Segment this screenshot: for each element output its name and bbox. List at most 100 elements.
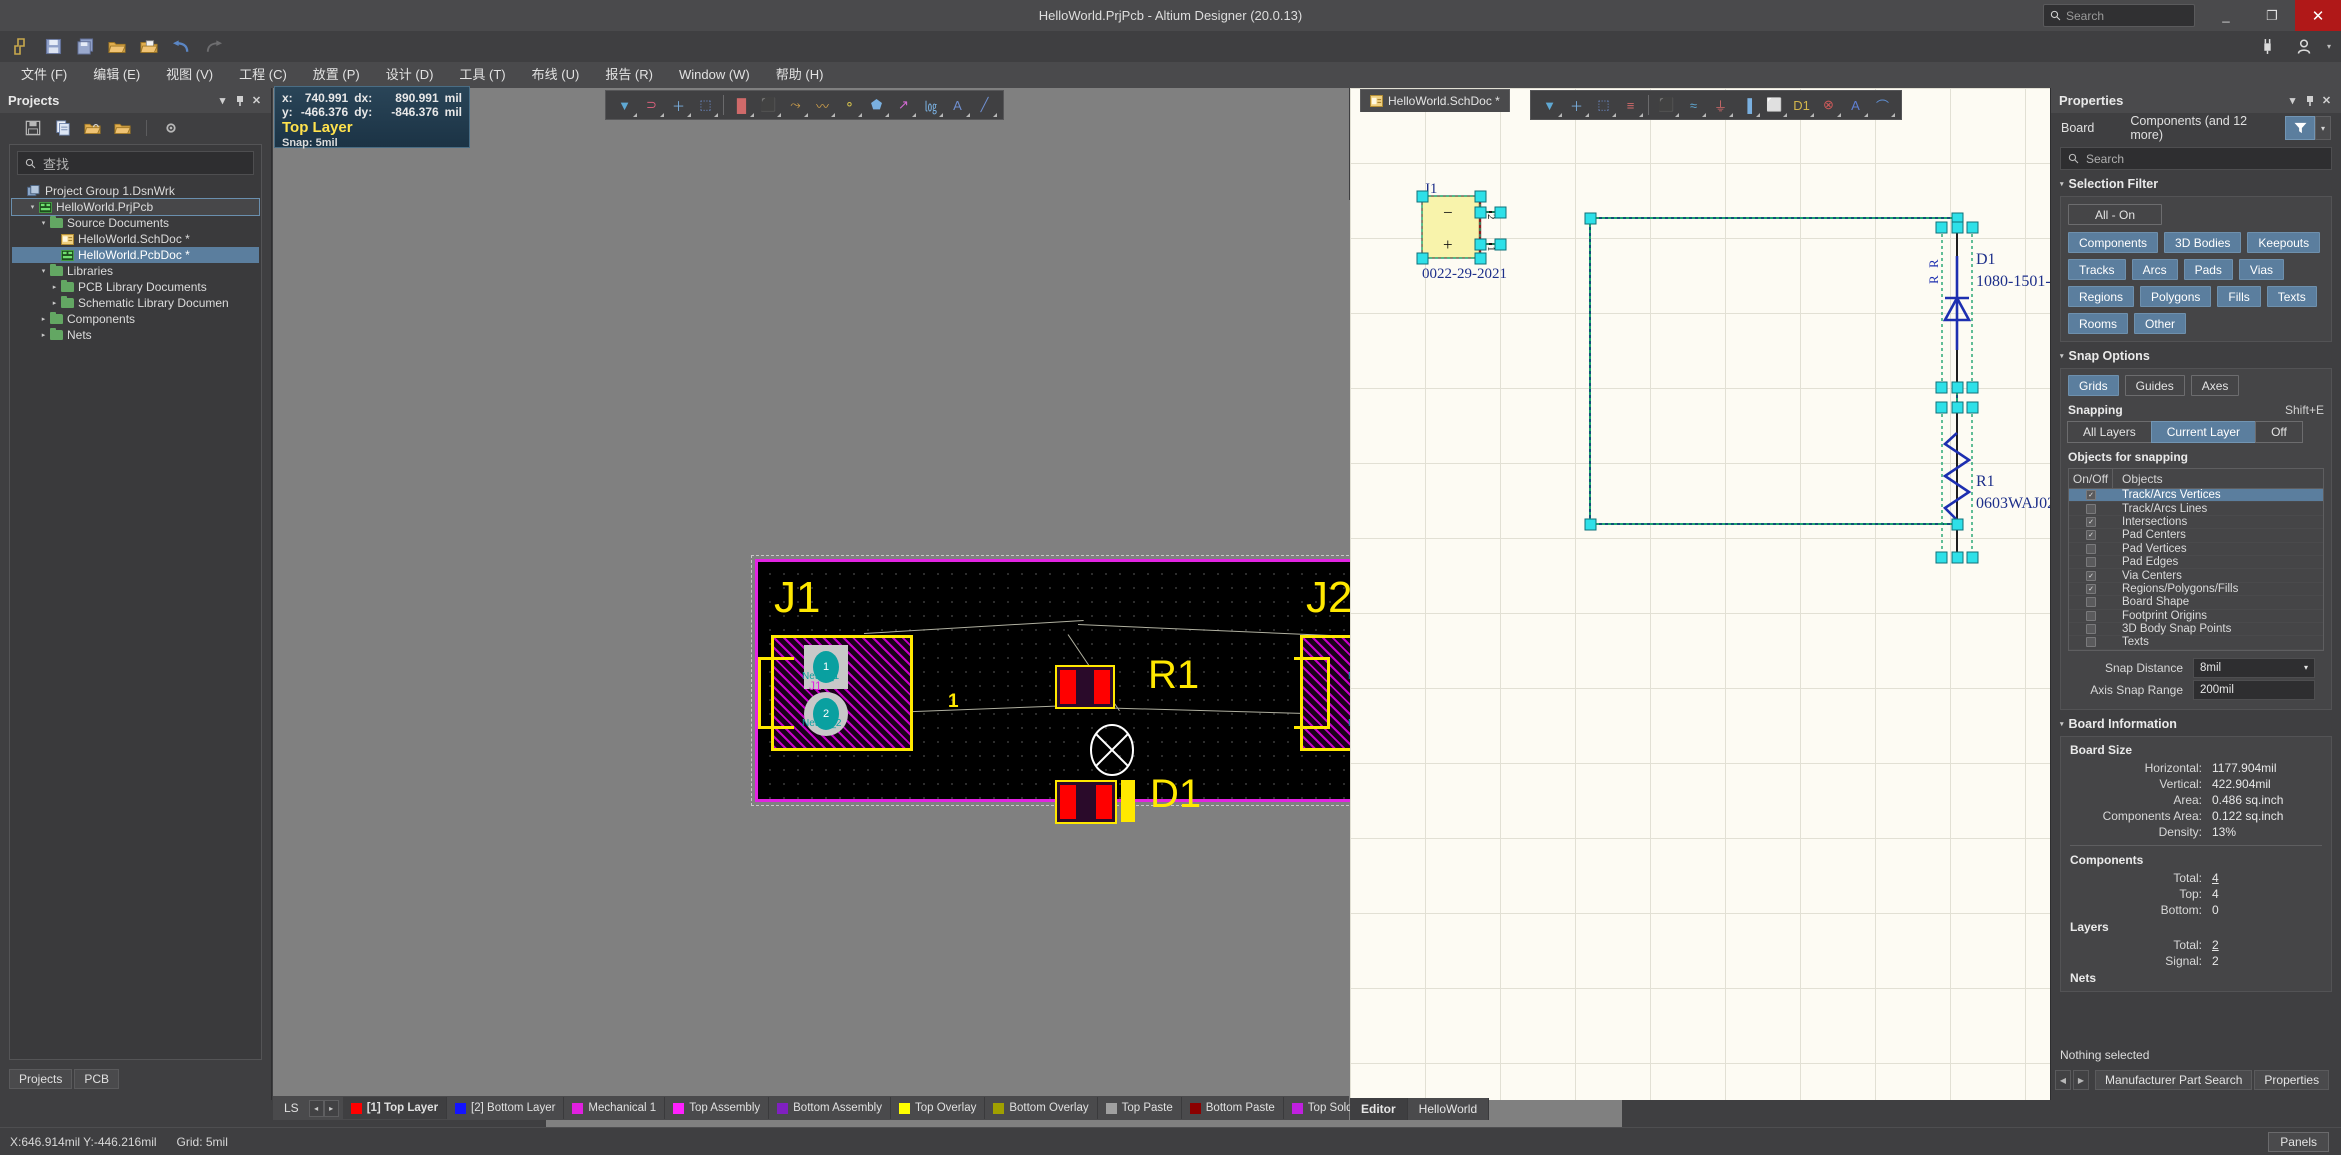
- tree-item-nets[interactable]: ▸ Nets: [12, 327, 259, 343]
- snap-object-row[interactable]: Pad Vertices: [2069, 543, 2323, 556]
- snap-object-row[interactable]: 3D Body Snap Points: [2069, 623, 2323, 637]
- layer-nav-next[interactable]: ▸: [323, 1099, 339, 1117]
- layer-tab-1-top-layer[interactable]: [1] Top Layer: [342, 1097, 448, 1119]
- place-track-icon[interactable]: ╱: [971, 92, 998, 118]
- crosshair-icon[interactable]: ＋: [1563, 92, 1590, 118]
- tab-properties[interactable]: Properties: [2254, 1070, 2330, 1090]
- place-dimension-icon[interactable]: ㏒: [917, 92, 944, 118]
- place-string-icon[interactable]: A: [944, 92, 971, 118]
- menu-edit[interactable]: 编辑 (E): [80, 62, 153, 88]
- selection-area-icon[interactable]: ⬚: [1590, 92, 1617, 118]
- layer-tab-bottom-assembly[interactable]: Bottom Assembly: [769, 1097, 891, 1119]
- filter-chip-pads[interactable]: Pads: [2183, 259, 2233, 280]
- menu-reports[interactable]: 报告 (R): [592, 62, 666, 88]
- snap-mode-guides[interactable]: Guides: [2124, 375, 2185, 396]
- snap-options-heading[interactable]: ▾ Snap Options: [2051, 342, 2341, 368]
- filter-icon[interactable]: ▼: [611, 92, 638, 118]
- snap-object-row[interactable]: ✓ Regions/Polygons/Fills: [2069, 583, 2323, 597]
- menu-view[interactable]: 视图 (V): [153, 62, 226, 88]
- filter-chip-vias[interactable]: Vias: [2238, 259, 2285, 280]
- no-erc-icon[interactable]: ⊗: [1815, 92, 1842, 118]
- snap-mode-grids[interactable]: Grids: [2068, 375, 2119, 396]
- snap-object-checkbox[interactable]: [2069, 624, 2113, 635]
- place-wire-icon[interactable]: ≈: [1680, 92, 1707, 118]
- properties-search-input[interactable]: Search: [2060, 147, 2332, 170]
- snap-object-row[interactable]: ✓ Pad Centers: [2069, 529, 2323, 543]
- tree-item-pcb-library-documents[interactable]: ▸ PCB Library Documents: [12, 279, 259, 295]
- pad-d1-1[interactable]: [1060, 785, 1076, 819]
- filter-chip-tracks[interactable]: Tracks: [2068, 259, 2126, 280]
- doc-tab-schematic[interactable]: HelloWorld.SchDoc *: [1360, 89, 1510, 112]
- tree-item-schematic-library-documen[interactable]: ▸ Schematic Library Documen: [12, 295, 259, 311]
- panel-nav-next[interactable]: ▶: [2073, 1070, 2089, 1090]
- place-text-icon[interactable]: A: [1842, 92, 1869, 118]
- chevron-down-icon[interactable]: ▾: [2315, 116, 2331, 140]
- snap-object-row[interactable]: ✓ Intersections: [2069, 516, 2323, 530]
- magnet-snap-icon[interactable]: ⊃: [638, 92, 665, 118]
- place-arc-icon[interactable]: ⌒: [1869, 92, 1896, 118]
- layer-tab-mechanical-1[interactable]: Mechanical 1: [564, 1097, 666, 1119]
- filter-chip-other[interactable]: Other: [2134, 313, 2187, 334]
- place-bus-icon[interactable]: ▐: [1734, 92, 1761, 118]
- layer-nav-prev[interactable]: ◂: [308, 1099, 324, 1117]
- differential-pair-routing-icon[interactable]: 〰: [809, 92, 836, 118]
- selection-area-icon[interactable]: ⬚: [692, 92, 719, 118]
- maximize-button[interactable]: ❐: [2249, 0, 2295, 31]
- chevron-down-icon[interactable]: ▾: [2327, 42, 2331, 51]
- snap-object-row[interactable]: Pad Edges: [2069, 556, 2323, 570]
- snap-object-row[interactable]: Track/Arcs Lines: [2069, 502, 2323, 516]
- snap-object-checkbox[interactable]: ✓: [2069, 490, 2113, 501]
- snap-object-checkbox[interactable]: [2069, 610, 2113, 621]
- pin-icon[interactable]: [2301, 91, 2318, 111]
- snap-object-row[interactable]: ✓ Via Centers: [2069, 569, 2323, 583]
- schematic-canvas[interactable]: − + J1 0022-29-2021 2 1 D1 1080-1501-6-N…: [1350, 88, 2050, 1100]
- menu-file[interactable]: 文件 (F): [8, 62, 80, 88]
- tab-manufacturer-part-search[interactable]: Manufacturer Part Search: [2095, 1070, 2253, 1090]
- close-button[interactable]: ✕: [2295, 0, 2341, 31]
- compile-icon[interactable]: [52, 118, 73, 139]
- place-part-icon[interactable]: ⬛: [1653, 92, 1680, 118]
- minimize-button[interactable]: _: [2203, 0, 2249, 31]
- pin-icon[interactable]: [231, 91, 248, 111]
- snap-distance-select[interactable]: 8mil ▾: [2193, 657, 2315, 678]
- component-d1-body[interactable]: [1055, 780, 1117, 824]
- place-component-icon[interactable]: ⬛: [755, 92, 782, 118]
- snapping-all-layers[interactable]: All Layers: [2067, 421, 2152, 443]
- pad-d1-2[interactable]: [1096, 785, 1112, 819]
- twisty-collapsed-icon[interactable]: ▸: [49, 299, 60, 307]
- filter-chip-3d-bodies[interactable]: 3D Bodies: [2164, 232, 2242, 253]
- menu-project[interactable]: 工程 (C): [226, 62, 300, 88]
- crosshair-icon[interactable]: ＋: [665, 92, 692, 118]
- place-line-icon[interactable]: ↗: [890, 92, 917, 118]
- interactive-routing-icon[interactable]: ⤳: [782, 92, 809, 118]
- twisty-expanded-icon[interactable]: ▾: [38, 219, 49, 227]
- layer-tab-bottom-overlay[interactable]: Bottom Overlay: [985, 1097, 1098, 1119]
- tab-helloworld[interactable]: HelloWorld: [1407, 1098, 1490, 1120]
- close-icon[interactable]: ✕: [2318, 91, 2335, 111]
- menu-help[interactable]: 帮助 (H): [763, 62, 837, 88]
- tab-pcb[interactable]: PCB: [74, 1069, 120, 1089]
- all-on-button[interactable]: All - On: [2068, 204, 2163, 225]
- snap-object-checkbox[interactable]: [2069, 637, 2113, 648]
- layer-tab-bottom-paste[interactable]: Bottom Paste: [1182, 1097, 1284, 1119]
- pad-j1-2[interactable]: 2 NetD1_2: [802, 692, 848, 736]
- menu-window[interactable]: Window (W): [666, 62, 763, 88]
- filter-chip-regions[interactable]: Regions: [2068, 286, 2135, 307]
- snap-object-checkbox[interactable]: ✓: [2069, 530, 2113, 541]
- connect-icon[interactable]: [2255, 35, 2281, 59]
- pad-r1-2[interactable]: [1094, 670, 1110, 704]
- layer-tab-top-overlay[interactable]: Top Overlay: [891, 1097, 986, 1119]
- filter-icon[interactable]: ▼: [1536, 92, 1563, 118]
- snap-object-checkbox[interactable]: ✓: [2069, 570, 2113, 581]
- menu-tools[interactable]: 工具 (T): [446, 62, 518, 88]
- tree-item-components[interactable]: ▸ Components: [12, 311, 259, 327]
- filter-chip-rooms[interactable]: Rooms: [2068, 313, 2129, 334]
- project-options-icon[interactable]: [112, 118, 133, 139]
- filter-chip-components[interactable]: Components: [2068, 232, 2159, 253]
- snap-object-row[interactable]: Board Shape: [2069, 596, 2323, 610]
- tree-item-helloworld-prjpcb[interactable]: ▾ HelloWorld.PrjPcb: [11, 198, 260, 216]
- filter-icon[interactable]: [2285, 116, 2315, 140]
- place-sheet-symbol-icon[interactable]: ⬜: [1761, 92, 1788, 118]
- menu-design[interactable]: 设计 (D): [373, 62, 447, 88]
- align-icon[interactable]: █: [728, 92, 755, 118]
